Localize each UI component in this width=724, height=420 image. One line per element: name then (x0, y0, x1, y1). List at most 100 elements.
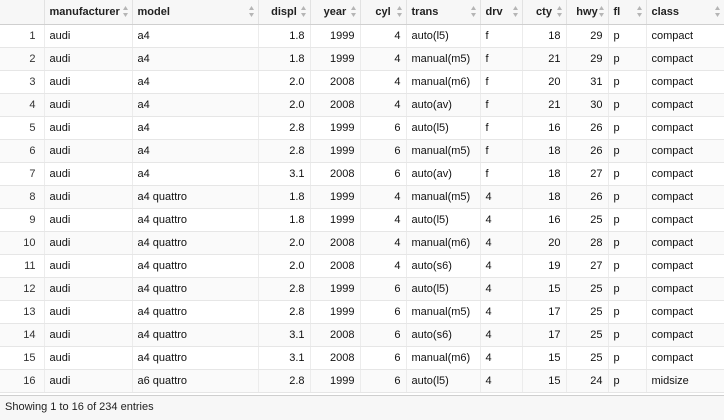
sort-arrows-icon[interactable] (350, 6, 356, 17)
cell-class: compact (646, 231, 724, 255)
cell-fl: p (608, 369, 647, 393)
cell-year: 2008 (310, 93, 361, 117)
sort-arrows-icon[interactable] (122, 6, 128, 17)
column-header-model[interactable]: model (132, 0, 259, 25)
cell-fl: p (608, 24, 647, 48)
column-header-label: hwy (576, 6, 598, 18)
sort-arrows-icon[interactable] (598, 6, 604, 17)
table-row[interactable]: 6 audi a4 2.8 1999 6 manual(m5) f 18 26 p compact (0, 139, 724, 163)
table-row[interactable]: 13 audi a4 quattro 2.8 1999 6 manual(m5) 4 17 25 p… (0, 300, 724, 324)
table-row[interactable]: 9 audi a4 quattro 1.8 1999 4 auto(l5) 4 16 25 p com… (0, 208, 724, 232)
sort-arrows-icon[interactable] (300, 6, 306, 17)
row-index: 11 (0, 254, 45, 278)
column-header-index[interactable] (0, 0, 45, 25)
sort-arrows-icon[interactable] (556, 6, 562, 17)
column-header-cyl[interactable]: cyl (360, 0, 407, 25)
row-index: 16 (0, 369, 45, 393)
table-body: 1 audi a4 1.8 1999 4 auto(l5) f 18 29 p compact 2 aud… (0, 24, 724, 393)
cell-drv: 4 (480, 300, 523, 324)
cell-cyl: 4 (360, 47, 407, 71)
column-header-label: manufacturer (49, 6, 120, 18)
cell-drv: f (480, 162, 523, 186)
table-row[interactable]: 12 audi a4 quattro 2.8 1999 6 auto(l5) 4 15 25 p co… (0, 277, 724, 301)
cell-drv: f (480, 93, 523, 117)
cell-trans: manual(m5) (406, 185, 481, 209)
cell-cyl: 4 (360, 231, 407, 255)
cell-drv: 4 (480, 323, 523, 347)
row-index: 14 (0, 323, 45, 347)
cell-displ: 2.8 (258, 300, 311, 324)
column-header-year[interactable]: year (310, 0, 361, 25)
cell-cyl: 6 (360, 162, 407, 186)
table-row[interactable]: 4 audi a4 2.0 2008 4 auto(av) f 21 30 p compact (0, 93, 724, 117)
cell-year: 2008 (310, 70, 361, 94)
cell-displ: 2.8 (258, 369, 311, 393)
sort-arrows-icon[interactable] (396, 6, 402, 17)
cell-cyl: 6 (360, 139, 407, 163)
cell-model: a4 quattro (132, 300, 259, 324)
sort-arrows-icon[interactable] (636, 6, 642, 17)
row-index: 15 (0, 346, 45, 370)
cell-cty: 17 (522, 300, 567, 324)
column-header-trans[interactable]: trans (406, 0, 481, 25)
sort-arrows-icon[interactable] (248, 6, 254, 17)
cell-drv: f (480, 139, 523, 163)
table-row[interactable]: 16 audi a6 quattro 2.8 1999 6 auto(l5) 4 15 24 p mi… (0, 369, 724, 393)
table-row[interactable]: 3 audi a4 2.0 2008 4 manual(m6) f 20 31 p compact (0, 70, 724, 94)
table-row[interactable]: 5 audi a4 2.8 1999 6 auto(l5) f 16 26 p compact (0, 116, 724, 140)
cell-manufacturer: audi (44, 24, 133, 48)
cell-class: compact (646, 323, 724, 347)
cell-model: a4 quattro (132, 231, 259, 255)
table-row[interactable]: 7 audi a4 3.1 2008 6 auto(av) f 18 27 p compact (0, 162, 724, 186)
cell-year: 2008 (310, 254, 361, 278)
cell-class: compact (646, 24, 724, 48)
cell-class: compact (646, 277, 724, 301)
sort-arrows-icon[interactable] (714, 6, 720, 17)
column-header-class[interactable]: class (646, 0, 724, 25)
cell-drv: 4 (480, 185, 523, 209)
cell-fl: p (608, 47, 647, 71)
table-row[interactable]: 15 audi a4 quattro 3.1 2008 6 manual(m6) 4 15 25 p… (0, 346, 724, 370)
column-header-manufacturer[interactable]: manufacturer (44, 0, 133, 25)
cell-cty: 19 (522, 254, 567, 278)
cell-trans: auto(av) (406, 93, 481, 117)
cell-hwy: 25 (566, 277, 609, 301)
sort-arrows-icon[interactable] (512, 6, 518, 17)
table-row[interactable]: 2 audi a4 1.8 1999 4 manual(m5) f 21 29 p compact (0, 47, 724, 71)
row-index: 9 (0, 208, 45, 232)
header-row: manufacturer model displ year cyl trans drv cty… (0, 0, 724, 25)
cell-manufacturer: audi (44, 300, 133, 324)
cell-hwy: 26 (566, 185, 609, 209)
cell-hwy: 29 (566, 47, 609, 71)
table-footer: Showing 1 to 16 of 234 entries (0, 395, 724, 420)
table-row[interactable]: 1 audi a4 1.8 1999 4 auto(l5) f 18 29 p compact (0, 24, 724, 48)
sort-arrows-icon[interactable] (470, 6, 476, 17)
cell-cty: 18 (522, 185, 567, 209)
column-header-drv[interactable]: drv (480, 0, 523, 25)
column-header-displ[interactable]: displ (258, 0, 311, 25)
cell-hwy: 25 (566, 208, 609, 232)
cell-manufacturer: audi (44, 47, 133, 71)
cell-manufacturer: audi (44, 93, 133, 117)
column-header-hwy[interactable]: hwy (566, 0, 609, 25)
column-header-cty[interactable]: cty (522, 0, 567, 25)
table-row[interactable]: 8 audi a4 quattro 1.8 1999 4 manual(m5) 4 18 26 p c… (0, 185, 724, 209)
cell-hwy: 25 (566, 346, 609, 370)
table-row[interactable]: 11 audi a4 quattro 2.0 2008 4 auto(s6) 4 19 27 p co… (0, 254, 724, 278)
cell-displ: 2.8 (258, 116, 311, 140)
row-index: 3 (0, 70, 45, 94)
row-index: 2 (0, 47, 45, 71)
column-header-label: drv (485, 6, 503, 18)
cell-fl: p (608, 70, 647, 94)
cell-drv: 4 (480, 208, 523, 232)
cell-trans: auto(l5) (406, 277, 481, 301)
cell-displ: 2.8 (258, 139, 311, 163)
cell-trans: auto(s6) (406, 254, 481, 278)
cell-hwy: 27 (566, 254, 609, 278)
table-row[interactable]: 14 audi a4 quattro 3.1 2008 6 auto(s6) 4 17 25 p co… (0, 323, 724, 347)
cell-hwy: 30 (566, 93, 609, 117)
cell-hwy: 25 (566, 300, 609, 324)
table-row[interactable]: 10 audi a4 quattro 2.0 2008 4 manual(m6) 4 20 28 p… (0, 231, 724, 255)
column-header-fl[interactable]: fl (608, 0, 647, 25)
cell-cyl: 4 (360, 208, 407, 232)
